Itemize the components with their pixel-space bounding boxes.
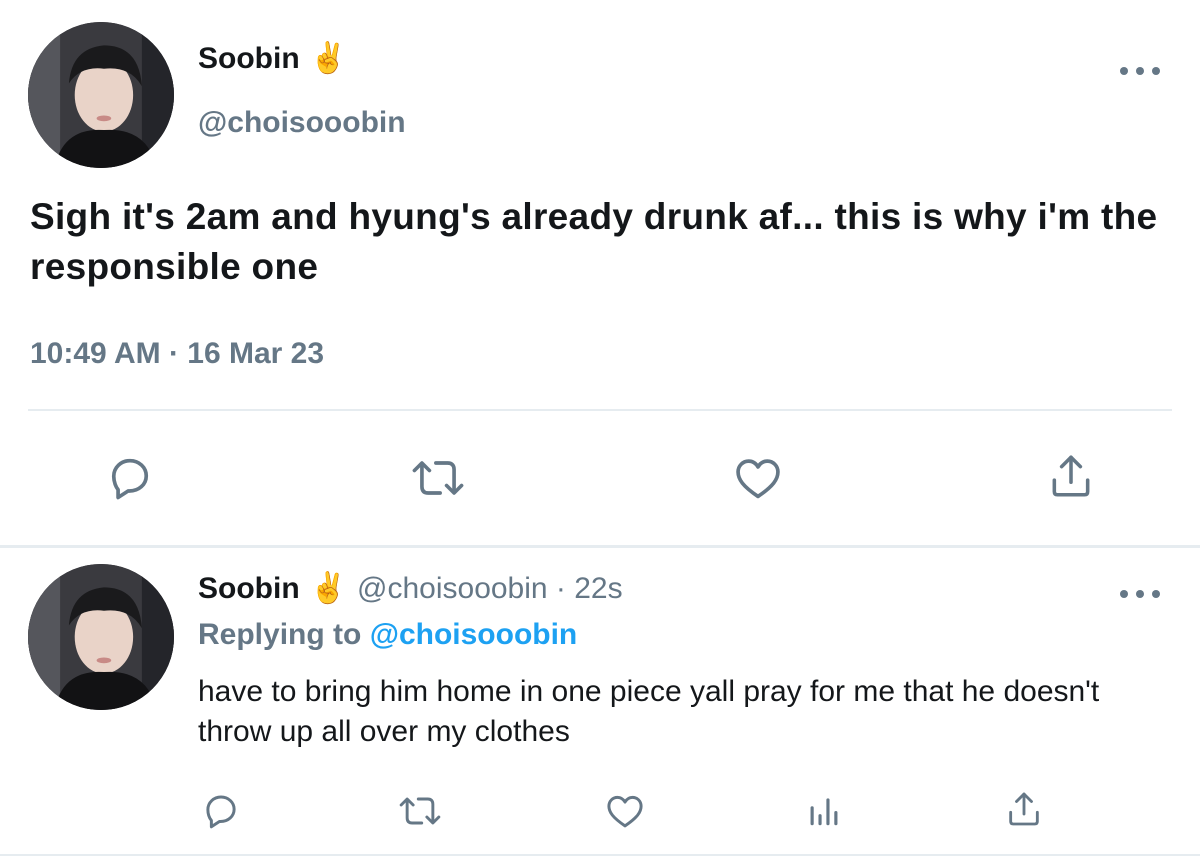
- reply-header: Soobin ✌️ @choisooobin · 22s: [198, 572, 623, 606]
- analytics-icon[interactable]: [804, 792, 844, 830]
- user-handle[interactable]: @choisooobin: [198, 106, 406, 140]
- replying-to-mention[interactable]: @choisooobin: [370, 618, 578, 651]
- divider: [28, 409, 1172, 411]
- handle-and-time[interactable]: @choisooobin · 22s: [357, 572, 623, 606]
- tweet-text: have to bring him home in one piece yall…: [198, 675, 1100, 748]
- reply-icon[interactable]: [200, 790, 242, 832]
- peace-emoji: ✌️: [309, 42, 348, 75]
- share-icon[interactable]: [1004, 788, 1044, 830]
- display-name-row[interactable]: Soobin ✌️: [198, 42, 347, 76]
- divider: [0, 854, 1200, 856]
- tweet-text: Sigh it's 2am and hyung's already drunk …: [30, 196, 1158, 287]
- avatar[interactable]: [28, 564, 174, 710]
- tweet-timestamp[interactable]: 10:49 AM · 16 Mar 23: [30, 337, 324, 371]
- share-icon[interactable]: [1046, 450, 1096, 502]
- display-name[interactable]: Soobin: [198, 42, 300, 76]
- replying-to: Replying to @choisooobin: [198, 618, 577, 652]
- like-icon[interactable]: [604, 790, 646, 832]
- more-icon[interactable]: [1120, 588, 1160, 600]
- reply-icon[interactable]: [104, 452, 156, 504]
- avatar[interactable]: [28, 22, 174, 168]
- like-icon[interactable]: [732, 452, 784, 504]
- retweet-icon[interactable]: [396, 790, 444, 832]
- more-icon[interactable]: [1120, 65, 1160, 77]
- display-name[interactable]: Soobin: [198, 572, 300, 606]
- section-divider: [0, 545, 1200, 548]
- tweet-thread: Soobin ✌️ @choisooobin Sigh it's 2am and…: [0, 0, 1200, 858]
- avatar-photo: [28, 564, 174, 710]
- avatar-photo: [28, 22, 174, 168]
- peace-emoji: ✌️: [309, 572, 348, 605]
- replying-to-label: Replying to: [198, 618, 362, 651]
- retweet-icon[interactable]: [408, 452, 468, 504]
